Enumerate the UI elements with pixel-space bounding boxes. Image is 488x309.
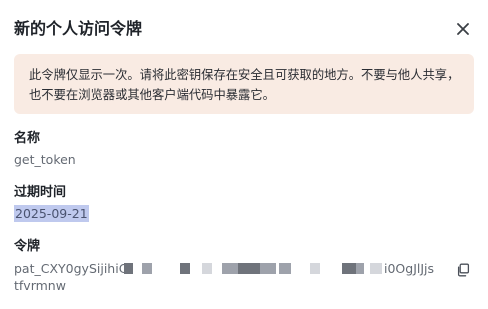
name-label: 名称 xyxy=(14,131,41,146)
close-icon xyxy=(457,23,469,35)
token-value: pat_CXY0gySijihiC i0OgJlJjs xyxy=(14,260,444,278)
warning-text: 此令牌仅显示一次。请将此密钥保存在安全且可获取的地方。不要与他人共享，也不要在浏… xyxy=(29,68,460,102)
token-label: 令牌 xyxy=(14,239,41,254)
token-value-start: pat_CXY0gySijihiC xyxy=(14,261,128,276)
close-button[interactable] xyxy=(452,18,474,40)
copy-token-button[interactable] xyxy=(456,262,470,277)
expiry-date-selected: 2025-09-21 xyxy=(14,205,89,222)
expiry-label: 过期时间 xyxy=(14,185,67,200)
token-value-wrap: tfvrmnw xyxy=(14,278,66,293)
token-value-end: i0OgJlJjs xyxy=(384,261,435,276)
warning-notice: 此令牌仅显示一次。请将此密钥保存在安全且可获取的地方。不要与他人共享，也不要在浏… xyxy=(14,54,474,114)
expiry-value: 2025-09-21 xyxy=(14,205,89,223)
dialog-title: 新的个人访问令牌 xyxy=(14,19,143,38)
name-value: get_token xyxy=(14,152,76,167)
copy-icon xyxy=(457,263,470,277)
token-dialog: 新的个人访问令牌 此令牌仅显示一次。请将此密钥保存在安全且可获取的地方。不要与他… xyxy=(0,0,488,309)
